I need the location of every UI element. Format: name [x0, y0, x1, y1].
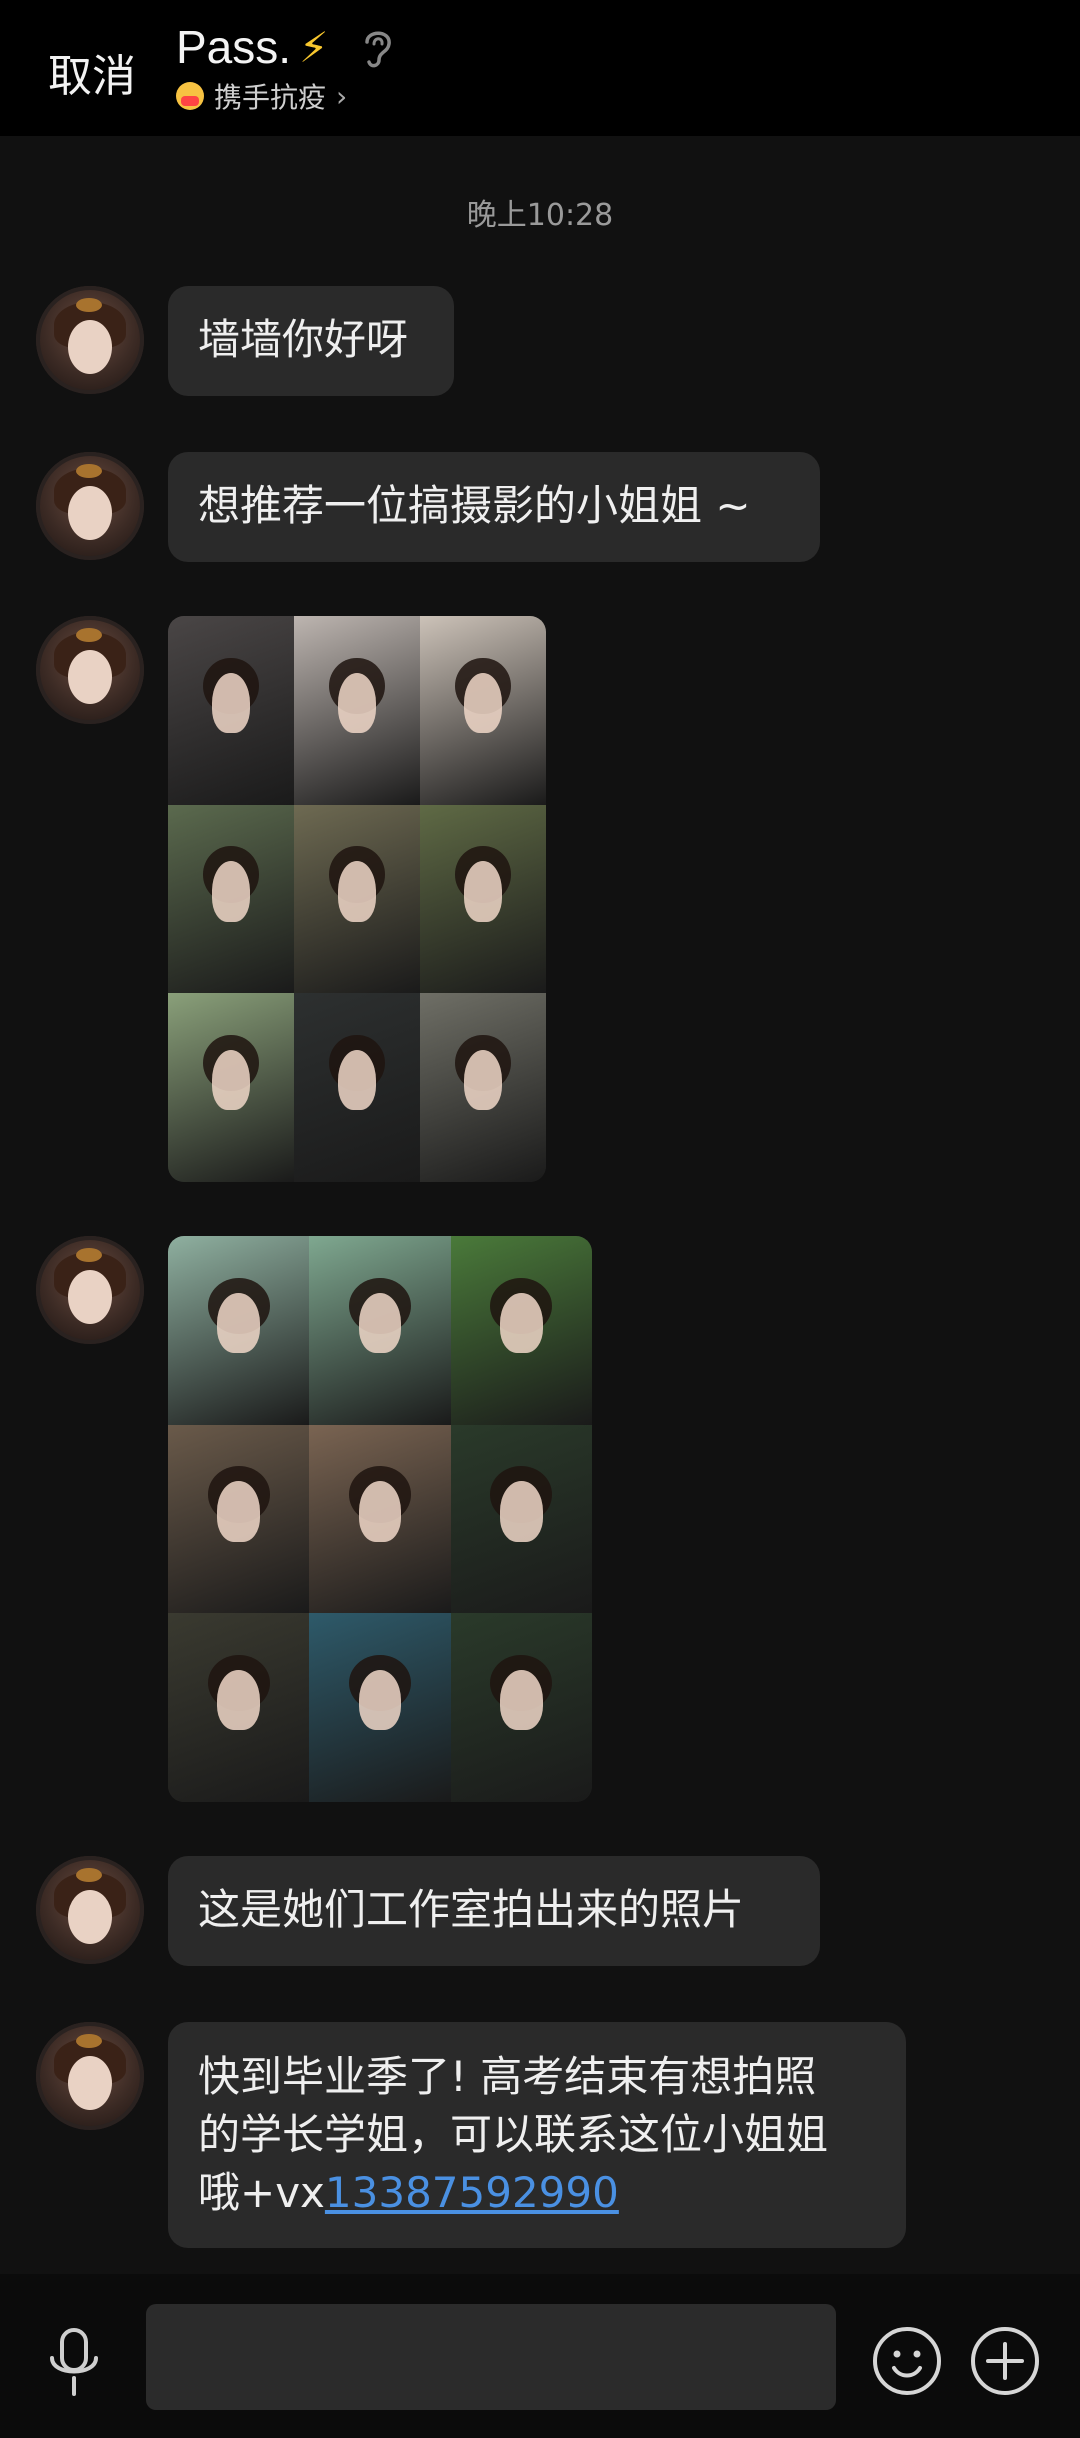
photo-thumbnail [450, 1613, 592, 1802]
photo-thumbnail [168, 1424, 310, 1614]
message-text: 墙墙你好呀 [198, 315, 409, 364]
microphone-icon[interactable] [44, 2324, 104, 2404]
message-text: 想推荐一位搞摄影的小姐姐 ~ [198, 481, 751, 530]
cancel-button[interactable]: 取消 [48, 40, 136, 104]
photo-thumbnail [450, 1236, 592, 1425]
photo-thumbnail [168, 993, 294, 1182]
photo-thumbnail [309, 1613, 451, 1802]
message-line: 的学长学姐，可以联系这位小姐姐 [198, 2110, 829, 2159]
photo-thumbnail [294, 804, 420, 994]
avatar[interactable] [36, 452, 144, 560]
chevron-right-icon: › [336, 79, 348, 113]
timestamp: 晚上10:28 [466, 198, 614, 233]
message-text: 这是她们工作室拍出来的照片 [198, 1885, 745, 1934]
photo-thumbnail [168, 804, 294, 994]
chat-title: Pass. [176, 21, 292, 73]
photo-thumbnail [294, 993, 420, 1182]
message-bubble[interactable]: 想推荐一位搞摄影的小姐姐 ~ [168, 452, 820, 562]
message-input[interactable] [146, 2304, 836, 2410]
photo-thumbnail [309, 1236, 451, 1425]
status-text: 携手抗疫 [214, 81, 327, 114]
photo-thumbnail [309, 1424, 451, 1614]
input-bar [0, 2274, 1080, 2438]
photo-thumbnail [420, 804, 546, 994]
avatar[interactable] [36, 286, 144, 394]
message-line: 哦+vx13387592990 [198, 2168, 619, 2217]
avatar[interactable] [36, 1236, 144, 1344]
photo-thumbnail [168, 1236, 310, 1425]
mask-emoji-icon [176, 82, 204, 110]
smiley-icon[interactable] [870, 2324, 944, 2398]
photo-thumbnail [420, 993, 546, 1182]
avatar[interactable] [36, 2022, 144, 2130]
plus-circle-icon[interactable] [968, 2324, 1042, 2398]
chat-header: 取消 Pass. ⚡ 携手抗疫 › [0, 0, 1080, 136]
photo-thumbnail [168, 1613, 310, 1802]
message-bubble[interactable]: 这是她们工作室拍出来的照片 [168, 1856, 820, 1966]
phone-link[interactable]: 13387592990 [325, 2168, 619, 2217]
photo-thumbnail [450, 1424, 592, 1614]
message-bubble[interactable]: 墙墙你好呀 [168, 286, 454, 396]
ear-icon[interactable] [357, 24, 397, 70]
avatar[interactable] [36, 1856, 144, 1964]
photo-grid-image[interactable] [168, 616, 546, 1182]
photo-thumbnail [294, 616, 420, 805]
photo-thumbnail [168, 616, 294, 805]
lightning-emoji: ⚡ [299, 22, 329, 72]
message-bubble[interactable]: 快到毕业季了! 高考结束有想拍照 的学长学姐，可以联系这位小姐姐 哦+vx133… [168, 2022, 906, 2248]
photo-grid-image[interactable] [168, 1236, 592, 1802]
message-line: 快到毕业季了! 高考结束有想拍照 [198, 2052, 817, 2101]
avatar[interactable] [36, 616, 144, 724]
status-row[interactable]: 携手抗疫 › [176, 76, 397, 116]
chat-title-group[interactable]: Pass. ⚡ 携手抗疫 › [176, 20, 397, 116]
photo-thumbnail [420, 616, 546, 805]
